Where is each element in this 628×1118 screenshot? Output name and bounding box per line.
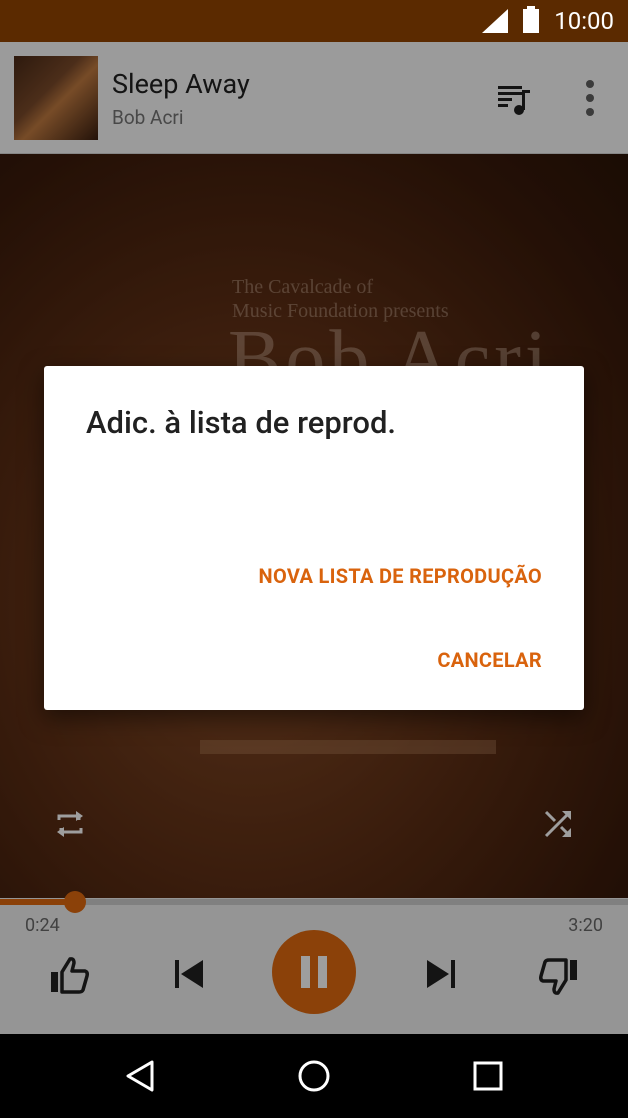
status-time: 10:00	[554, 7, 614, 35]
navigation-bar	[0, 1034, 628, 1118]
add-to-playlist-dialog: Adic. à lista de reprod. NOVA LISTA DE R…	[44, 366, 584, 710]
status-bar: 10:00	[0, 0, 628, 42]
nav-recents-icon[interactable]	[472, 1060, 504, 1092]
signal-icon	[482, 9, 508, 33]
battery-icon	[523, 6, 539, 33]
nav-home-icon[interactable]	[296, 1058, 332, 1094]
cancel-button[interactable]: CANCELAR	[437, 648, 542, 672]
dialog-title: Adic. à lista de reprod.	[86, 404, 397, 441]
nav-back-icon[interactable]	[122, 1058, 158, 1094]
new-playlist-button[interactable]: NOVA LISTA DE REPRODUÇÃO	[259, 564, 542, 588]
